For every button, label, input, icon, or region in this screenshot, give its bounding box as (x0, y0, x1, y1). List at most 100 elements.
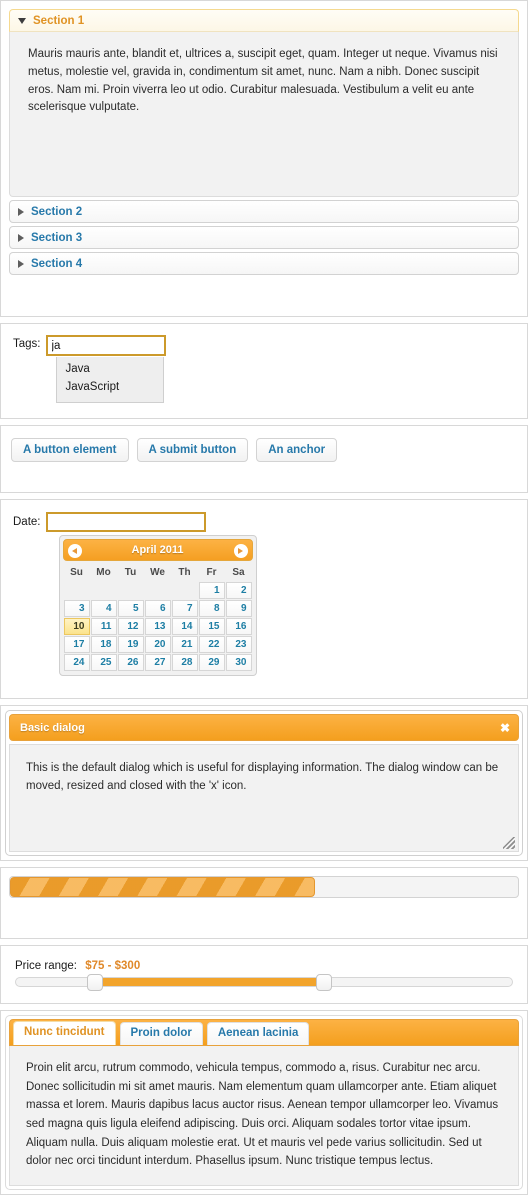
weekday-mo: Mo (96, 567, 111, 578)
datepicker-wrapper: April 2011 Su Mo Tu We Th Fr Sa 1 2 3 4 … (45, 512, 257, 676)
triangle-right-icon (18, 259, 24, 268)
calendar-day[interactable]: 20 (144, 636, 171, 653)
calendar-day[interactable]: 23 (225, 636, 252, 653)
calendar-day[interactable]: 8 (198, 600, 225, 617)
dialog-titlebar[interactable]: Basic dialog ✖ (9, 714, 519, 741)
an-anchor-link[interactable]: An anchor (256, 438, 338, 462)
tab-panel-content: Proin elit arcu, rutrum commodo, vehicul… (9, 1046, 519, 1186)
tab-aenean-lacinia[interactable]: Aenean lacinia (206, 1022, 310, 1045)
weekday-tu: Tu (124, 567, 137, 578)
slider-handle-min[interactable] (87, 974, 104, 991)
prev-month-icon[interactable] (67, 544, 82, 558)
calendar-day[interactable]: 2 (225, 582, 252, 599)
calendar-week-row: 10 11 12 13 14 15 16 (63, 618, 252, 635)
tags-label: Tags: (13, 338, 41, 350)
accordion-header-section-2[interactable]: Section 2 (9, 200, 519, 223)
accordion-header-label: Section 4 (31, 257, 83, 270)
price-range-amount: $75 - $300 (85, 960, 141, 972)
date-input[interactable] (45, 512, 206, 532)
weekday-fr: Fr (206, 567, 217, 578)
progressbar (9, 876, 519, 898)
calendar-week-row: 3 4 5 6 7 8 9 (63, 600, 252, 617)
calendar-day[interactable]: 22 (198, 636, 225, 653)
buttons-panel: A button element A submit button An anch… (0, 425, 528, 493)
calendar-day[interactable]: 14 (171, 618, 198, 635)
price-range-label: Price range: (15, 960, 78, 972)
calendar-day[interactable]: 1 (198, 582, 225, 599)
weekday-sa: Sa (232, 567, 245, 578)
autocomplete-option-javascript[interactable]: JavaScript (57, 378, 163, 396)
slider-handle-max[interactable] (315, 974, 332, 991)
calendar-day[interactable]: 4 (90, 600, 117, 617)
calendar-day[interactable]: 16 (225, 618, 252, 635)
accordion: Section 1 Mauris mauris ante, blandit et… (9, 9, 519, 275)
autocomplete-wrapper: Java JavaScript (45, 335, 166, 403)
calendar-weekday-row: Su Mo Tu We Th Fr Sa (64, 564, 252, 581)
accordion-header-section-1[interactable]: Section 1 (9, 9, 519, 32)
dialog-body: This is the default dialog which is usef… (9, 744, 519, 852)
calendar-day[interactable]: 25 (90, 654, 117, 671)
calendar-day[interactable]: 7 (171, 600, 198, 617)
datepicker-panel: Date: April 2011 Su Mo Tu We Th Fr Sa 1 … (0, 499, 528, 699)
dialog-body-text: This is the default dialog which is usef… (26, 762, 499, 793)
calendar-week-row: 24 25 26 27 28 29 30 (63, 654, 252, 671)
close-icon[interactable]: ✖ (500, 722, 510, 734)
weekday-we: We (150, 567, 165, 578)
autocomplete-option-java[interactable]: Java (57, 360, 163, 378)
calendar-day[interactable]: 24 (63, 654, 90, 671)
next-month-icon[interactable] (233, 544, 248, 558)
calendar-day[interactable]: 27 (144, 654, 171, 671)
calendar-body: 1 2 3 4 5 6 7 8 9 10 11 12 13 14 15 16 1… (63, 582, 252, 671)
calendar-day[interactable]: 18 (90, 636, 117, 653)
slider-label-row: Price range: $75 - $300 (9, 954, 519, 977)
calendar-day-today[interactable]: 10 (63, 618, 90, 635)
tab-proin-dolor[interactable]: Proin dolor (119, 1022, 203, 1045)
calendar-day[interactable]: 26 (117, 654, 144, 671)
triangle-right-icon (18, 233, 24, 242)
slider-range-fill (95, 978, 324, 986)
autocomplete-menu: Java JavaScript (55, 357, 164, 403)
button-row: A button element A submit button An anch… (9, 434, 519, 484)
calendar-day[interactable]: 6 (144, 600, 171, 617)
weekday-su: Su (70, 567, 83, 578)
calendar-day[interactable]: 5 (117, 600, 144, 617)
accordion-header-label: Section 1 (33, 14, 85, 27)
tab-panel-text: Proin elit arcu, rutrum commodo, vehicul… (26, 1062, 499, 1168)
calendar-day[interactable]: 9 (225, 600, 252, 617)
triangle-right-icon (18, 207, 24, 216)
calendar-day[interactable]: 17 (63, 636, 90, 653)
progressbar-value (10, 877, 315, 897)
calendar-day[interactable]: 28 (171, 654, 198, 671)
calendar-day[interactable]: 21 (171, 636, 198, 653)
calendar-day[interactable]: 19 (117, 636, 144, 653)
price-range-slider[interactable] (15, 974, 513, 991)
calendar-day[interactable]: 15 (198, 618, 225, 635)
calendar-day[interactable]: 3 (63, 600, 90, 617)
a-button-element-button[interactable]: A button element (11, 438, 129, 462)
accordion-header-section-4[interactable]: Section 4 (9, 252, 519, 275)
calendar-day[interactable]: 29 (198, 654, 225, 671)
accordion-panel: Section 1 Mauris mauris ante, blandit et… (0, 0, 528, 317)
calendar-grid: Su Mo Tu We Th Fr Sa 1 2 3 4 5 6 7 8 9 1… (63, 563, 253, 672)
resize-handle-icon[interactable] (503, 837, 515, 849)
tabs-widget: Nunc tincidunt Proin dolor Aenean lacini… (5, 1015, 523, 1190)
calendar-day[interactable]: 13 (144, 618, 171, 635)
datepicker-row: Date: April 2011 Su Mo Tu We Th Fr Sa 1 … (9, 508, 519, 676)
accordion-header-label: Section 2 (31, 205, 83, 218)
calendar-day[interactable]: 11 (90, 618, 117, 635)
tab-nunc-tincidunt[interactable]: Nunc tincidunt (13, 1021, 116, 1045)
datepicker-calendar: April 2011 Su Mo Tu We Th Fr Sa 1 2 3 4 … (58, 535, 257, 676)
tags-input[interactable] (45, 335, 166, 356)
accordion-header-section-3[interactable]: Section 3 (9, 226, 519, 249)
calendar-day[interactable]: 30 (225, 654, 252, 671)
dialog-panel: Basic dialog ✖ This is the default dialo… (0, 705, 528, 861)
basic-dialog: Basic dialog ✖ This is the default dialo… (5, 710, 523, 856)
calendar-day[interactable]: 12 (117, 618, 144, 635)
accordion-header-label: Section 3 (31, 231, 83, 244)
date-label: Date: (13, 516, 41, 528)
dialog-title: Basic dialog (20, 721, 85, 734)
tab-bar: Nunc tincidunt Proin dolor Aenean lacini… (9, 1019, 519, 1046)
weekday-th: Th (178, 567, 191, 578)
a-submit-button[interactable]: A submit button (136, 438, 249, 462)
calendar-header: April 2011 (62, 539, 253, 561)
